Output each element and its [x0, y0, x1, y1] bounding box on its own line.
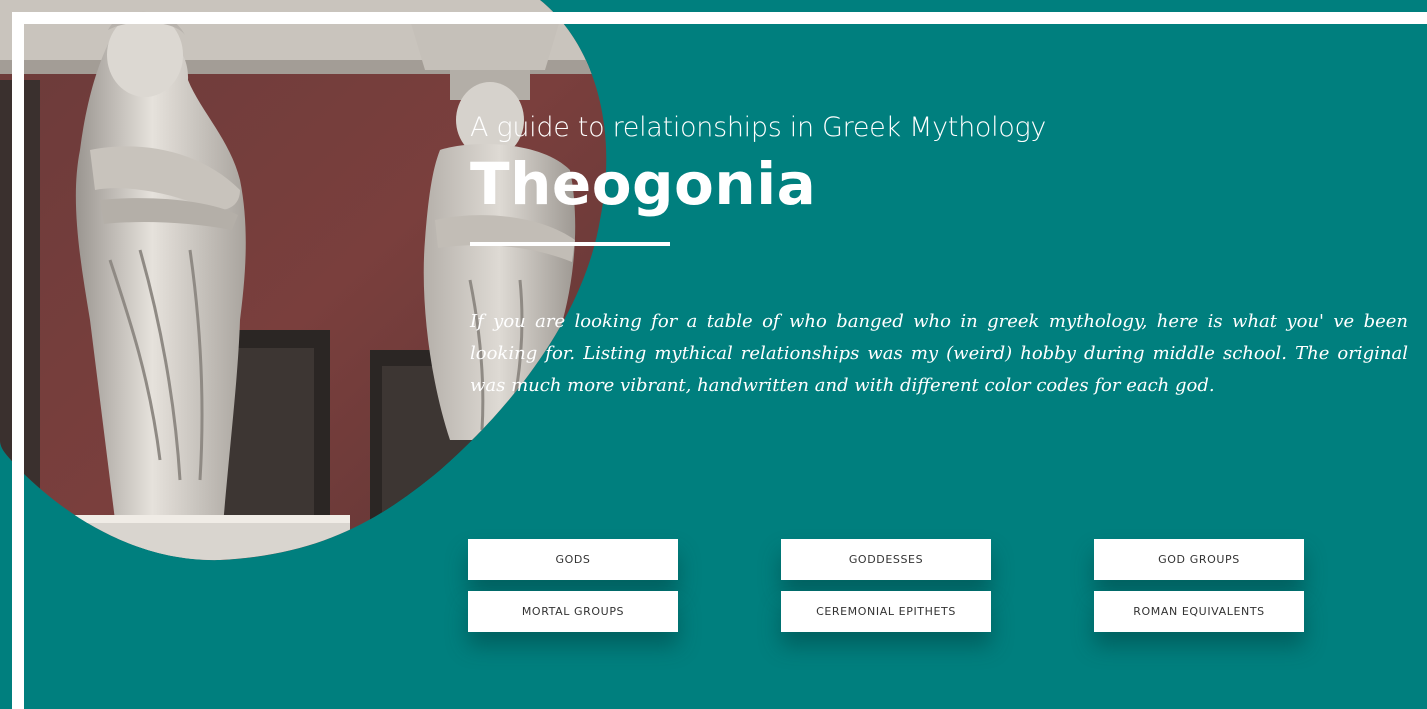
page-subtitle: A guide to relationships in Greek Mythol…: [470, 112, 1047, 143]
hero-heading: A guide to relationships in Greek Mythol…: [470, 108, 1410, 246]
page-title: Theogonia: [470, 150, 817, 218]
gods-button[interactable]: GODS: [468, 539, 678, 580]
hero-caryatid-image: [0, 0, 607, 561]
roman-equivalents-button[interactable]: ROMAN EQUIVALENTS: [1094, 591, 1304, 632]
mortal-groups-button[interactable]: MORTAL GROUPS: [468, 591, 678, 632]
page: A guide to relationships in Greek Mythol…: [0, 0, 1427, 709]
frame-left-border: [12, 12, 24, 709]
ceremonial-epithets-button[interactable]: CEREMONIAL EPITHETS: [781, 591, 991, 632]
goddesses-button[interactable]: GODDESSES: [781, 539, 991, 580]
title-underline-divider: [470, 242, 670, 246]
god-groups-button[interactable]: GOD GROUPS: [1094, 539, 1304, 580]
frame-top-border: [12, 12, 1427, 24]
intro-paragraph: If you are looking for a table of who ba…: [470, 311, 1408, 396]
